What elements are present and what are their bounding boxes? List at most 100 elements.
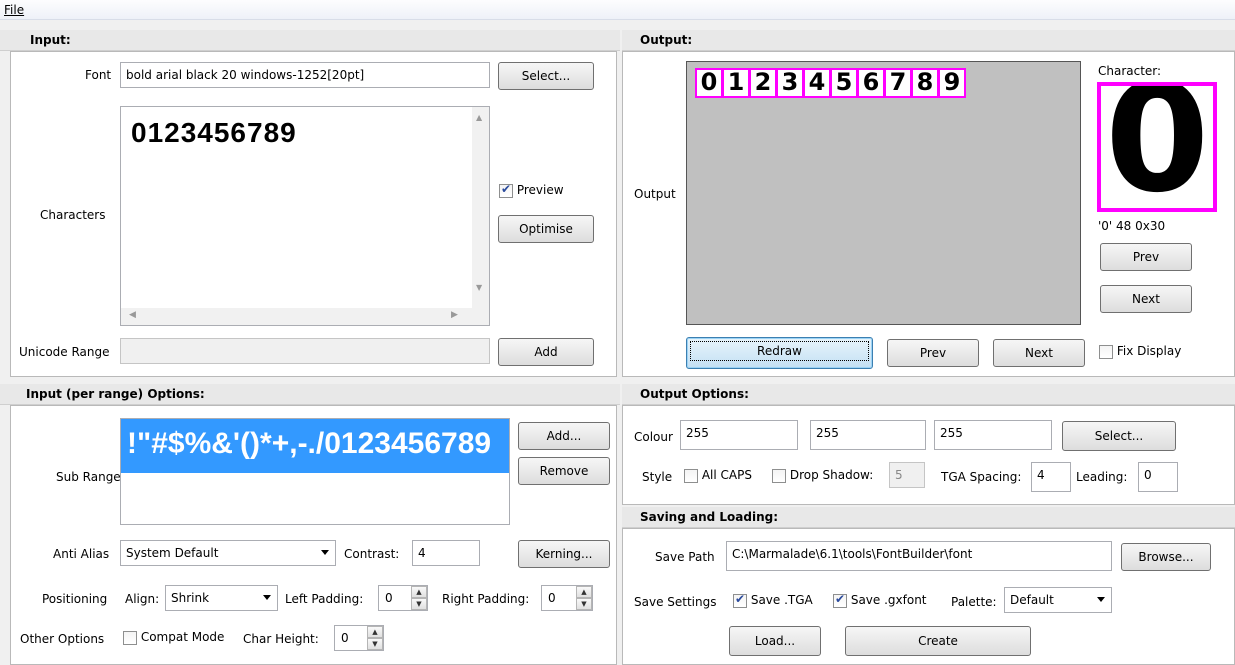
tga-spacing-field[interactable]: 4 [1031,462,1071,492]
anti-alias-dropdown[interactable]: System Default [120,540,336,566]
sub-ranges-list[interactable]: !"#$%&'()*+,-./0123456789 [120,418,510,525]
glyph-cell: 7 [884,68,912,98]
all-caps-row[interactable]: All CAPS [684,468,752,483]
left-padding-value: 0 [385,591,393,605]
sub-range-item[interactable]: !"#$%&'()*+,-./0123456789 [121,419,509,473]
scroll-up-icon[interactable]: ▲ [476,113,482,122]
all-caps-checkbox[interactable] [684,468,698,483]
redraw-button[interactable]: Redraw [686,337,873,369]
colour-b-field[interactable]: 255 [934,420,1052,450]
scroll-left-icon[interactable]: ◀ [129,310,136,320]
char-height-label: Char Height: [243,632,319,646]
colour-r-field[interactable]: 255 [680,420,798,450]
output-options-header-label: Output Options: [640,387,749,401]
preview-checkbox-row[interactable]: Preview [499,182,564,198]
spin-buttons[interactable]: ▲ ▼ [411,586,427,610]
character-info: '0' 48 0x30 [1098,219,1166,233]
optimise-button[interactable]: Optimise [498,215,594,243]
create-button[interactable]: Create [845,626,1031,656]
preview-label: Preview [516,183,564,197]
save-tga-checkbox[interactable] [733,592,747,608]
spin-down-icon[interactable]: ▼ [367,638,383,650]
menu-file[interactable]: File [4,3,24,17]
drop-shadow-checkbox[interactable] [772,468,786,483]
browse-button[interactable]: Browse... [1121,543,1211,571]
characters-label: Characters [40,208,106,222]
palette-dropdown[interactable]: Default [1004,587,1112,613]
redraw-button-label: Redraw [690,341,869,361]
output-label: Output [634,187,676,201]
output-next-button[interactable]: Next [993,339,1085,367]
char-prev-button[interactable]: Prev [1100,243,1192,271]
contrast-field[interactable]: 4 [412,540,480,566]
compat-mode-checkbox[interactable] [123,630,137,645]
colour-g-field[interactable]: 255 [810,420,926,450]
input-header-label: Input: [30,33,71,47]
unicode-range-field[interactable] [120,338,490,364]
unicode-add-button[interactable]: Add [498,338,594,366]
save-gxfont-row[interactable]: Save .gxfont [833,592,927,608]
spin-up-icon[interactable]: ▲ [411,586,427,598]
output-canvas[interactable]: 0123456789 [686,61,1081,325]
left-padding-spinner[interactable]: 0 ▲ ▼ [378,585,428,611]
palette-label: Palette: [951,595,997,609]
spin-up-icon[interactable]: ▲ [576,586,592,598]
save-path-field[interactable]: C:\Marmalade\6.1\tools\FontBuilder\font [726,541,1112,571]
spin-down-icon[interactable]: ▼ [576,598,592,610]
right-padding-value: 0 [548,591,556,605]
glyph-strip: 0123456789 [695,68,966,98]
colour-select-button[interactable]: Select... [1062,421,1176,451]
characters-textarea[interactable]: 0123456789 ▲ ▼ ◀ ▶ [120,106,490,326]
menu-bar: File [0,0,1235,20]
sub-range-add-button[interactable]: Add... [518,422,610,450]
leading-field[interactable]: 0 [1138,462,1178,492]
palette-value: Default [1010,593,1054,607]
drop-shadow-row[interactable]: Drop Shadow: [772,468,873,483]
spin-up-icon[interactable]: ▲ [367,626,383,638]
glyph-cell: 1 [722,68,750,98]
positioning-label: Positioning [42,592,108,606]
align-value: Shrink [171,591,210,605]
all-caps-label: All CAPS [701,468,752,482]
drop-shadow-label: Drop Shadow: [789,468,874,482]
spin-buttons[interactable]: ▲ ▼ [367,626,383,650]
saving-header: Saving and Loading: [622,507,1235,528]
character-label: Character: [1098,64,1162,78]
spin-down-icon[interactable]: ▼ [411,598,427,610]
spin-buttons[interactable]: ▲ ▼ [576,586,592,610]
sub-range-remove-button[interactable]: Remove [518,457,610,485]
output-prev-button[interactable]: Prev [887,339,979,367]
char-next-button[interactable]: Next [1100,285,1192,313]
kerning-button[interactable]: Kerning... [518,540,610,568]
char-height-spinner[interactable]: 0 ▲ ▼ [334,625,384,651]
preview-checkbox[interactable] [499,182,513,198]
save-tga-row[interactable]: Save .TGA [733,592,813,608]
left-padding-label: Left Padding: [285,592,364,606]
load-button[interactable]: Load... [729,626,821,656]
glyph-cell: 3 [776,68,804,98]
anti-alias-value: System Default [126,546,219,560]
chevron-down-icon [1097,597,1105,602]
compat-mode-row[interactable]: Compat Mode [123,630,224,645]
glyph-cell: 9 [938,68,966,98]
style-label: Style [642,470,673,484]
horizontal-scrollbar[interactable]: ◀ ▶ [121,308,489,325]
drop-shadow-field[interactable]: 5 [889,462,925,488]
glyph-cell: 0 [695,68,723,98]
glyph-cell: 2 [749,68,777,98]
fix-display-row[interactable]: Fix Display [1099,344,1181,359]
font-field[interactable]: bold arial black 20 windows-1252[20pt] [120,62,490,88]
unicode-range-label: Unicode Range [19,345,110,359]
scroll-right-icon[interactable]: ▶ [451,310,458,320]
other-options-label: Other Options [20,632,105,646]
glyph-cell: 5 [830,68,858,98]
right-padding-spinner[interactable]: 0 ▲ ▼ [541,585,593,611]
scroll-down-icon[interactable]: ▼ [476,283,482,292]
vertical-scrollbar[interactable]: ▲ ▼ [472,107,489,309]
align-dropdown[interactable]: Shrink [165,585,278,611]
save-gxfont-checkbox[interactable] [833,592,847,608]
fix-display-checkbox[interactable] [1099,344,1113,359]
font-select-button[interactable]: Select... [498,62,594,90]
right-padding-label: Right Padding: [442,592,530,606]
fix-display-label: Fix Display [1116,344,1182,358]
